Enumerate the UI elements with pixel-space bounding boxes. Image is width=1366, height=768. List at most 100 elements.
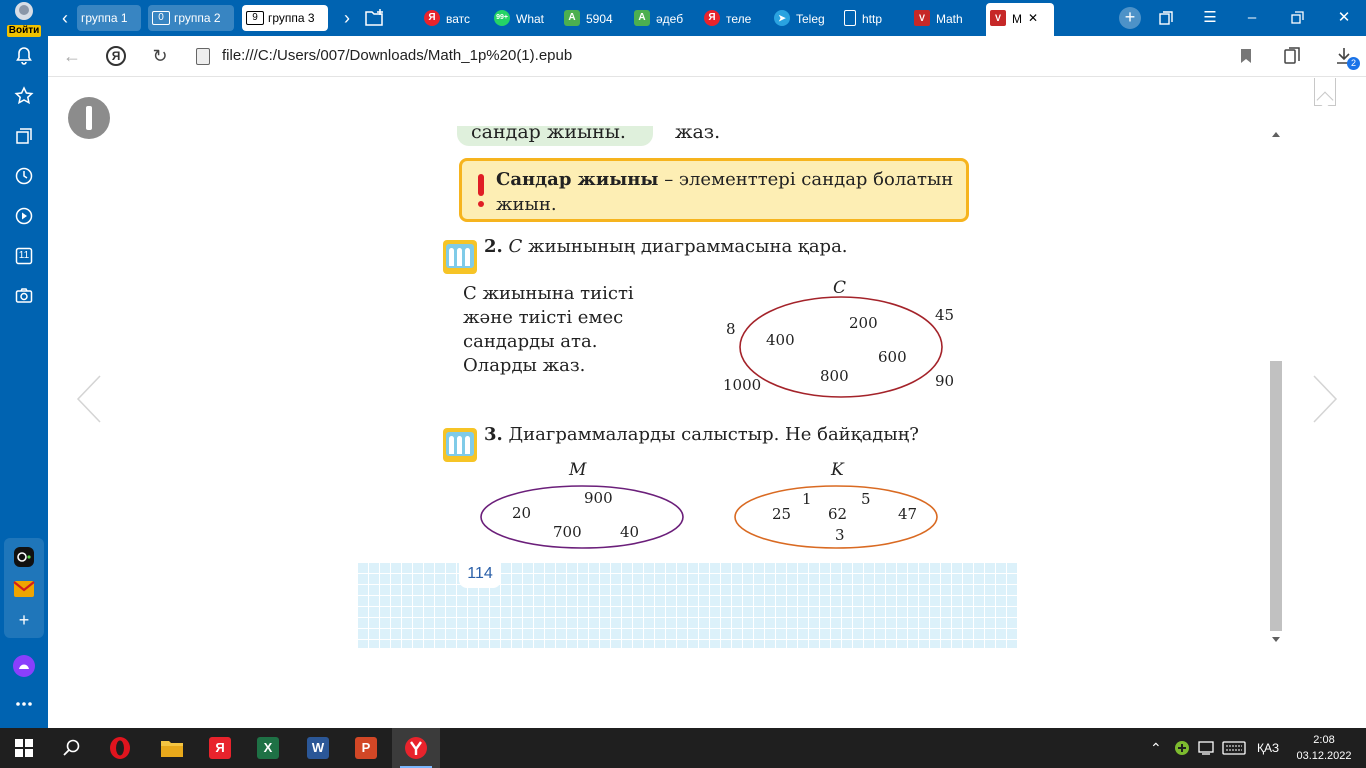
book-icon: V [914, 9, 930, 26]
close-icon[interactable]: ✕ [1028, 11, 1038, 25]
keyboard-icon[interactable] [1222, 728, 1246, 768]
set-k-element: 62 [828, 505, 848, 523]
yandex-icon: Я [209, 737, 231, 759]
add-panel-icon[interactable]: + [12, 608, 36, 632]
language-indicator[interactable]: ҚАЗ [1257, 728, 1279, 768]
page-icon [844, 9, 856, 26]
tab-bar: ‹ группа 1 0 группа 2 9 группа 3 › Яватс 9… [48, 0, 1366, 36]
prev-page-icon[interactable] [76, 374, 102, 424]
more-icon[interactable] [12, 692, 36, 716]
clock-date: 03.12.2022 [1296, 750, 1352, 762]
tab-label: теле [726, 11, 752, 26]
new-group-icon[interactable] [364, 6, 386, 30]
chevron-left-icon[interactable]: ‹ [54, 6, 76, 30]
yandex-browser-taskbar-icon[interactable]: Я [196, 728, 244, 768]
set-k-element: 1 [802, 490, 812, 508]
rule-term: Сандар жиыны [496, 169, 659, 190]
minimize-icon[interactable]: – [1240, 6, 1264, 30]
file-explorer-icon[interactable] [148, 728, 196, 768]
url-field[interactable]: file:///C:/Users/007/Downloads/Math_1p%2… [222, 47, 572, 64]
powerpoint-icon[interactable]: P [342, 728, 390, 768]
tab-item[interactable]: A 5904 [560, 5, 620, 31]
reload-icon[interactable]: ↻ [148, 44, 172, 68]
history-icon[interactable] [12, 164, 36, 188]
task2-line: және тиісті емес [463, 307, 624, 328]
alice-station-icon[interactable] [12, 544, 36, 568]
yandex-logo-icon: Я [106, 46, 126, 66]
menu-icon[interactable]: ☰ [1198, 6, 1222, 30]
bookmark-icon[interactable] [1234, 44, 1258, 68]
set-m-ellipse [480, 485, 684, 549]
search-icon[interactable] [48, 728, 96, 768]
tray-app-icon[interactable] [1174, 728, 1190, 768]
yandex-active-taskbar-icon[interactable] [392, 728, 440, 768]
scroll-thumb[interactable] [1270, 361, 1282, 631]
scroll-up-icon[interactable] [1272, 132, 1280, 137]
calendar-badge-number: 11 [18, 250, 30, 261]
new-tab-button[interactable]: + [1119, 7, 1141, 29]
prev-text-left: сандар жиыны. [471, 126, 626, 143]
login-label: Войти [6, 25, 42, 37]
tab-group-1[interactable]: группа 1 [77, 5, 141, 31]
tray-expand-icon[interactable]: ⌃ [1150, 728, 1162, 768]
set-m-element: 40 [620, 523, 640, 541]
mail-icon[interactable] [12, 576, 36, 600]
word-glyph-icon: W [307, 737, 329, 759]
login-button[interactable]: Войти [6, 2, 42, 37]
clock[interactable]: 2:08 03.12.2022 [1292, 732, 1356, 764]
avatar-icon [15, 2, 33, 20]
restore-icon[interactable] [1286, 6, 1310, 30]
book-icon: V [990, 9, 1006, 26]
play-icon[interactable] [12, 204, 36, 228]
green-a-icon: A [564, 9, 580, 26]
windows-start-icon[interactable] [0, 728, 48, 768]
group-task-icon [443, 428, 477, 462]
yandex-home-button[interactable]: Я [104, 44, 128, 68]
tab-item-active[interactable]: V M ✕ [986, 3, 1054, 36]
tab-item[interactable]: Ятеле [700, 5, 760, 31]
set-m-element: 20 [512, 504, 532, 522]
word-icon[interactable]: W [294, 728, 342, 768]
alice-icon[interactable] [12, 652, 36, 677]
next-page-icon[interactable] [1312, 374, 1338, 424]
tab-item[interactable]: 99+ What [490, 5, 550, 31]
chevron-right-icon[interactable]: › [336, 6, 358, 30]
vertical-scrollbar[interactable] [1268, 126, 1284, 648]
tab-item[interactable]: Яватс [420, 5, 480, 31]
downloads-icon[interactable]: 2 [1332, 44, 1360, 70]
tab-manager-icon[interactable] [1154, 6, 1178, 30]
tab-label: M [1012, 11, 1022, 26]
bell-icon[interactable] [12, 44, 36, 68]
tab-label: http [862, 11, 883, 26]
tab-item[interactable]: Aәдеб [630, 5, 690, 31]
telegram-icon: ➤ [774, 9, 790, 26]
set-c-element: 800 [820, 367, 849, 385]
scroll-down-icon[interactable] [1272, 637, 1280, 642]
star-icon[interactable] [12, 84, 36, 108]
exclamation-icon [478, 174, 484, 208]
tab-group-2[interactable]: 0 группа 2 [148, 5, 234, 31]
collections-icon[interactable] [12, 124, 36, 148]
network-icon[interactable] [1198, 728, 1214, 768]
tab-item[interactable]: V Math [910, 5, 970, 31]
tab-label: әдеб [656, 11, 684, 26]
pause-icon[interactable] [68, 97, 110, 139]
outside-element: 90 [935, 372, 955, 390]
page-bookmark-icon[interactable] [1314, 78, 1336, 106]
reader-viewport: сандар жиыны. жаз. Сандар жиыны – элемен… [48, 78, 1366, 728]
tab-item[interactable]: http [840, 5, 900, 31]
tab-label: What [516, 11, 544, 26]
close-window-icon[interactable]: ✕ [1332, 6, 1356, 30]
green-a-icon: A [634, 9, 650, 26]
screenshot-icon[interactable] [12, 284, 36, 308]
extensions-icon[interactable] [1280, 44, 1304, 68]
rule-definition: – элементтері сандар болатын [658, 169, 954, 190]
opera-icon[interactable] [96, 728, 144, 768]
downloads-badge: 2 [1347, 57, 1360, 70]
back-icon[interactable]: ← [60, 44, 84, 68]
excel-icon[interactable]: X [244, 728, 292, 768]
whatsapp-icon: 99+ [494, 9, 510, 26]
tab-item[interactable]: ➤ Teleg [770, 5, 830, 31]
calendar-badge-icon[interactable]: 11 [12, 244, 36, 268]
tab-group-3[interactable]: 9 группа 3 [242, 5, 328, 31]
